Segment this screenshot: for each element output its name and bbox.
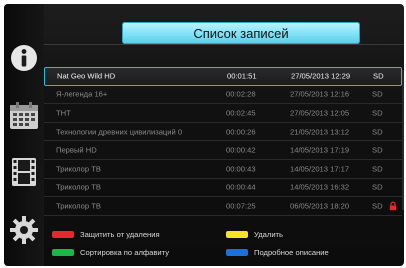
recording-date: 14/05/2013 17:19 [290,145,350,155]
recording-name: Триколор ТВ [56,201,101,211]
yellow-key-label: Удалить [254,230,283,239]
green-key-label: Сортировка по алфавиту [80,248,169,257]
recording-duration: 00:02:45 [226,108,256,118]
recording-row[interactable]: Nat Geo Wild HD 00:01:51 27/05/2013 12:29 S… [44,67,402,86]
recording-row[interactable]: Триколор ТВ 00:07:25 06/05/2013 18:20 SD [44,197,402,216]
recordings-list: Nat Geo Wild HD 00:01:51 27/05/2013 12:29 S… [44,67,402,216]
recording-row[interactable]: Технологии древних цивилизаций 0 00:00:26… [44,123,402,142]
recording-quality: SD [372,108,383,118]
recording-duration: 00:01:51 [227,71,257,81]
info-icon[interactable] [8,42,40,74]
green-key-swatch [52,249,74,256]
recording-duration: 00:00:42 [226,145,256,155]
yellow-key-delete[interactable]: Удалить [226,230,283,239]
sidebar [4,4,44,266]
recording-quality: SD [373,71,384,81]
recording-row[interactable]: Триколор ТВ 00:00:44 14/05/2013 16:32 SD [44,179,402,198]
recording-row[interactable]: Первый HD 00:00:42 14/05/2013 17:19 SD [44,141,402,160]
recording-duration: 00:00:43 [226,164,256,174]
recording-date: 27/05/2013 12:29 [291,71,351,81]
recordings-screen: Список записей Nat Geo Wild HD 00:01:51 27… [4,4,404,266]
blue-key-details[interactable]: Подробное описание [226,248,329,257]
recording-quality: SD [372,201,383,211]
blue-key-swatch [226,249,248,256]
recording-date: 14/05/2013 16:32 [290,182,350,192]
lock-icon [389,201,397,211]
red-key-label: Защитить от удаления [80,230,160,239]
recording-duration: 00:00:44 [226,182,256,192]
recording-row[interactable]: ТНТ 00:02:45 27/05/2013 12:05 SD [44,104,402,123]
recording-duration: 00:07:25 [226,201,256,211]
blue-key-label: Подробное описание [254,248,329,257]
recording-name: Триколор ТВ [56,182,101,192]
recording-date: 06/05/2013 18:20 [290,201,350,211]
recording-date: 21/05/2013 13:12 [290,127,350,137]
recording-name: ТНТ [56,108,71,118]
gear-icon[interactable] [8,214,40,246]
recording-name: Технологии древних цивилизаций 0 [56,127,183,137]
recording-date: 14/05/2013 17:17 [290,164,350,174]
recording-name: Я-легенда 16+ [56,89,108,99]
recording-date: 27/05/2013 12:16 [290,89,350,99]
page-title-text: Список записей [193,25,289,41]
recording-date: 27/05/2013 12:05 [290,108,350,118]
color-key-legend: Защитить от удаления Удалить Сортировка … [44,222,402,266]
film-icon[interactable] [8,156,40,188]
recording-row[interactable]: Триколор ТВ 00:00:43 14/05/2013 17:17 SD [44,160,402,179]
recording-quality: SD [372,164,383,174]
scrollbar[interactable] [402,70,404,210]
recording-duration: 00:02:28 [226,89,256,99]
page-title: Список записей [122,22,360,44]
recording-duration: 00:00:26 [226,127,256,137]
red-key-protect[interactable]: Защитить от удаления [52,230,160,239]
recording-quality: SD [372,145,383,155]
recording-name: Nat Geo Wild HD [57,71,116,81]
calendar-icon[interactable] [8,100,40,132]
recording-quality: SD [372,89,383,99]
recording-quality: SD [372,182,383,192]
green-key-sort[interactable]: Сортировка по алфавиту [52,248,169,257]
red-key-swatch [52,231,74,238]
recording-name: Первый HD [56,145,97,155]
yellow-key-swatch [226,231,248,238]
recording-row[interactable]: Я-легенда 16+ 00:02:28 27/05/2013 12:16 SD [44,86,402,105]
recording-name: Триколор ТВ [56,164,101,174]
recording-quality: SD [372,127,383,137]
